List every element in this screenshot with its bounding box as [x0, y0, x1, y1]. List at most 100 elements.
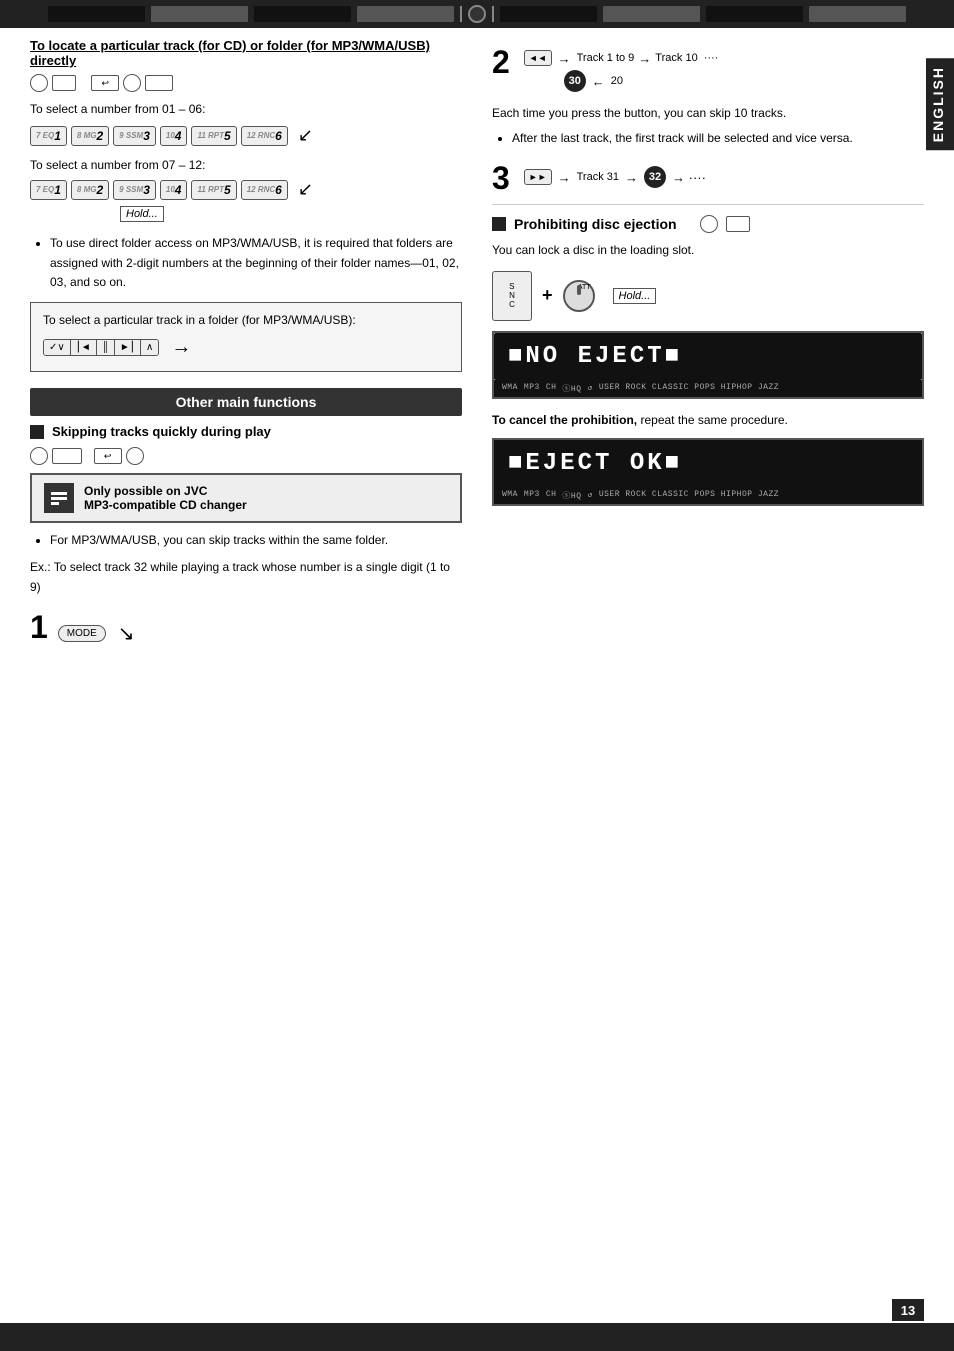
step2-circle-num: 30 [564, 70, 586, 92]
eq-labels2: USER ROCK CLASSIC POPS HIPHOP JAZZ [599, 490, 779, 501]
shq-label: ⓢHQ [562, 383, 581, 394]
nav-prev-btn: ⎮◄ [71, 340, 97, 355]
jvc-info-text: Only possible on JVC MP3-compatible CD c… [84, 484, 247, 512]
page-number-badge: 13 [892, 1299, 924, 1321]
folder-box-title: To select a particular track in a folder… [43, 311, 449, 330]
wma-label2: WMA [502, 490, 518, 501]
step2-body: Each time you press the button, you can … [492, 104, 924, 123]
cancel-title: To cancel the prohibition, [492, 413, 637, 427]
skip-back-icon: ↩ [94, 448, 122, 464]
cycle-label: ↺ [588, 383, 593, 394]
skip-rect-icon [52, 448, 82, 464]
no-eject-display: ■NO EJECT■ WMA MP3 CH ⓢHQ ↺ USER ROCK CL… [492, 331, 924, 399]
skip-icons-row: ↩ [30, 447, 462, 465]
eject-ok-subtext: WMA MP3 CH ⓢHQ ↺ USER ROCK CLASSIC POPS … [494, 487, 922, 504]
eq-labels: USER ROCK CLASSIC POPS HIPHOP JAZZ [599, 383, 779, 394]
ch-label2: CH [546, 490, 557, 501]
section-divider [492, 204, 924, 205]
btn-6b: 12 RNC 6 [241, 180, 288, 200]
english-tab: ENGLISH [926, 58, 954, 150]
black-square-icon-2 [492, 217, 506, 231]
track-diagram-3: ►► → Track 31 → 32 → ···· [524, 166, 706, 188]
track-line-dots: ···· [704, 52, 719, 64]
prohibit-body: You can lock a disc in the loading slot. [492, 241, 924, 260]
step3-circle-num: 32 [644, 166, 666, 188]
top-bar [0, 0, 954, 28]
step-2-content: ◄◄ → Track 1 to 9 → Track 10 ···· 30 ← 2… [524, 46, 719, 96]
step2-bullet-1: After the last track, the first track wi… [512, 129, 924, 148]
left-column: To locate a particular track (for CD) or… [30, 38, 462, 658]
other-functions-header: Other main functions [30, 388, 462, 416]
direct-btn-row: ↩ [30, 74, 462, 92]
track-from-label: Track 1 to 9 [577, 52, 635, 64]
track-btn-icon3: ►► [524, 169, 552, 185]
numpad-row-1: 7 EQ 1 8 MG 2 9 SSM 3 10 4 11 RPT 5 [30, 125, 462, 146]
select-01-06-label: To select a number from 01 – 06: [30, 100, 462, 119]
select-07-12-label: To select a number from 07 – 12: [30, 156, 462, 175]
main-content: To locate a particular track (for CD) or… [0, 28, 954, 698]
jvc-line1: Only possible on JVC [84, 484, 247, 498]
step-1-row: 1 MODE ↘ [30, 611, 462, 650]
device-left-label: SNC [509, 282, 515, 309]
hold-label-1: Hold... [120, 204, 462, 224]
no-eject-text: ■NO EJECT■ [494, 333, 922, 380]
device-left-box: SNC [492, 271, 532, 321]
plus-icon: + [542, 285, 553, 306]
track-btn-icon: ◄◄ [524, 50, 552, 66]
track-back-arrow: ← [592, 74, 605, 89]
jvc-line2: MP3-compatible CD changer [84, 498, 247, 512]
mode-btn-row: MODE ↘ [58, 621, 135, 646]
hold-label-2: Hold... [613, 286, 657, 306]
nav-btns-row: ✓∨ ⎮◄ ║ ►⎮ ∧ → [43, 336, 449, 359]
circle-icon [30, 74, 48, 92]
track-arrow-2: → [638, 51, 651, 66]
btn-2b: 8 MG 2 [71, 180, 109, 200]
bottom-bar [0, 1323, 954, 1351]
prohibit-header: Prohibiting disc ejection [492, 215, 924, 233]
eject-ok-display: ■EJECT OK■ WMA MP3 CH ⓢHQ ↺ USER ROCK CL… [492, 438, 924, 506]
skip-section-header: Skipping tracks quickly during play [30, 424, 462, 439]
btn-6: 12 RNC 6 [241, 126, 288, 146]
skip-example: Ex.: To select track 32 while playing a … [30, 558, 462, 596]
folder-box: To select a particular track in a folder… [30, 302, 462, 372]
step-3-number: 3 [492, 162, 510, 194]
track3-arrow1: → [558, 170, 571, 185]
prohibit-circle-icon [700, 215, 718, 233]
arrow-down-icon: ↙ [298, 125, 313, 146]
step-1-content: MODE ↘ [58, 617, 135, 650]
locate-track-title: To locate a particular track (for CD) or… [30, 38, 462, 68]
mp3-label: MP3 [524, 383, 540, 394]
step-3-row: 3 ►► → Track 31 → 32 → ···· [492, 162, 924, 194]
cycle-label2: ↺ [588, 490, 593, 501]
page-number-area: 13 [892, 1299, 924, 1321]
mode-button: MODE [58, 625, 106, 642]
btn-4b: 10 4 [160, 180, 188, 200]
track31-label: Track 31 [577, 171, 619, 183]
no-eject-subtext: WMA MP3 CH ⓢHQ ↺ USER ROCK CLASSIC POPS … [494, 380, 922, 397]
right-column: ENGLISH 2 ◄◄ → Track 1 to 9 → Track 10 ·… [482, 38, 924, 658]
step-3-content: ►► → Track 31 → 32 → ···· [524, 162, 706, 192]
btn-3b: 9 SSM 3 [113, 180, 156, 200]
btn-1b: 7 EQ 1 [30, 180, 67, 200]
skip-circle-icon [30, 447, 48, 465]
nav-up-btn: ∧ [141, 340, 158, 355]
btn-3: 9 SSM 3 [113, 126, 156, 146]
device-left: SNC [492, 271, 532, 321]
btn-2: 8 MG 2 [71, 126, 109, 146]
nav-separator: ║ [97, 340, 115, 355]
track-back-label: 20 [611, 75, 623, 87]
track-arrow-1: → [558, 51, 571, 66]
nav-btns-group: ✓∨ ⎮◄ ║ ►⎮ ∧ [43, 339, 159, 356]
prohibit-title: Prohibiting disc ejection [514, 216, 677, 232]
page-container: To locate a particular track (for CD) or… [0, 0, 954, 1351]
rect-icon2 [145, 75, 173, 91]
numpad-row-2: 7 EQ 1 8 MG 2 9 SSM 3 10 4 11 RPT 5 [30, 179, 462, 200]
cancel-body: repeat the same procedure. [640, 413, 787, 427]
skip-bullet-list: For MP3/WMA/USB, you can skip tracks wit… [30, 531, 462, 550]
track-back-line: 30 ← 20 [524, 70, 719, 92]
nav-next-btn: ►⎮ [115, 340, 141, 355]
nav-arrow-right: → [171, 336, 191, 359]
btn-5b: 11 RPT 5 [191, 180, 236, 200]
skip-bullet-1: For MP3/WMA/USB, you can skip tracks wit… [50, 531, 462, 550]
track-to-label: Track 10 [655, 52, 697, 64]
